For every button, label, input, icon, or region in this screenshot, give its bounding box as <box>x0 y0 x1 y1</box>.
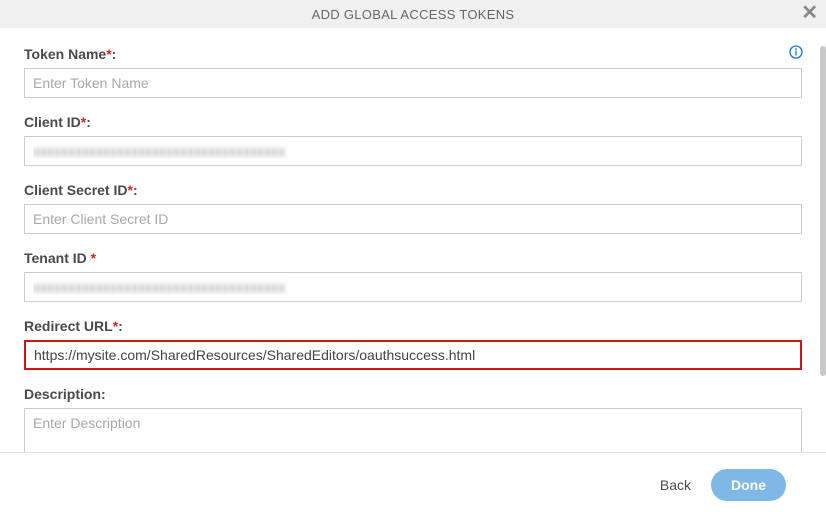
content-wrap: Token Name*: Client ID*: Client Secret I… <box>0 28 826 452</box>
label-text: Description <box>24 386 101 402</box>
client-id-input[interactable] <box>24 136 802 166</box>
redirect-url-input[interactable] <box>24 340 802 370</box>
label-tenant-id: Tenant ID * <box>24 250 802 266</box>
colon: : <box>101 386 106 402</box>
tenant-id-input[interactable] <box>24 272 802 302</box>
back-button[interactable]: Back <box>654 471 697 499</box>
label-client-secret: Client Secret ID*: <box>24 182 802 198</box>
modal-header: ADD GLOBAL ACCESS TOKENS ✕ <box>0 0 826 28</box>
colon: : <box>112 46 117 62</box>
label-token-name: Token Name*: <box>24 46 802 62</box>
close-icon[interactable]: ✕ <box>801 3 818 23</box>
label-redirect-url: Redirect URL*: <box>24 318 802 334</box>
required-asterisk: * <box>91 250 96 266</box>
colon: : <box>133 182 138 198</box>
label-text: Token Name <box>24 46 106 62</box>
label-description: Description: <box>24 386 802 402</box>
row-token-name: Token Name*: <box>24 46 802 98</box>
colon: : <box>86 114 91 130</box>
label-text: Client Secret ID <box>24 182 127 198</box>
modal-footer: Back Done <box>0 452 826 517</box>
row-client-secret: Client Secret ID*: <box>24 182 802 234</box>
info-icon[interactable] <box>788 44 804 63</box>
label-text: Tenant ID <box>24 250 87 266</box>
token-name-input[interactable] <box>24 68 802 98</box>
label-client-id: Client ID*: <box>24 114 802 130</box>
description-input[interactable] <box>24 408 802 452</box>
form-content: Token Name*: Client ID*: Client Secret I… <box>0 28 820 452</box>
modal-title: ADD GLOBAL ACCESS TOKENS <box>312 7 515 22</box>
colon: : <box>118 318 123 334</box>
row-redirect-url: Redirect URL*: <box>24 318 802 370</box>
done-button[interactable]: Done <box>711 469 786 501</box>
client-secret-input[interactable] <box>24 204 802 234</box>
row-tenant-id: Tenant ID * <box>24 250 802 302</box>
row-client-id: Client ID*: <box>24 114 802 166</box>
row-description: Description: <box>24 386 802 452</box>
scrollbar-thumb[interactable] <box>820 46 826 376</box>
label-text: Client ID <box>24 114 81 130</box>
scrollbar[interactable] <box>820 46 826 452</box>
label-text: Redirect URL <box>24 318 113 334</box>
